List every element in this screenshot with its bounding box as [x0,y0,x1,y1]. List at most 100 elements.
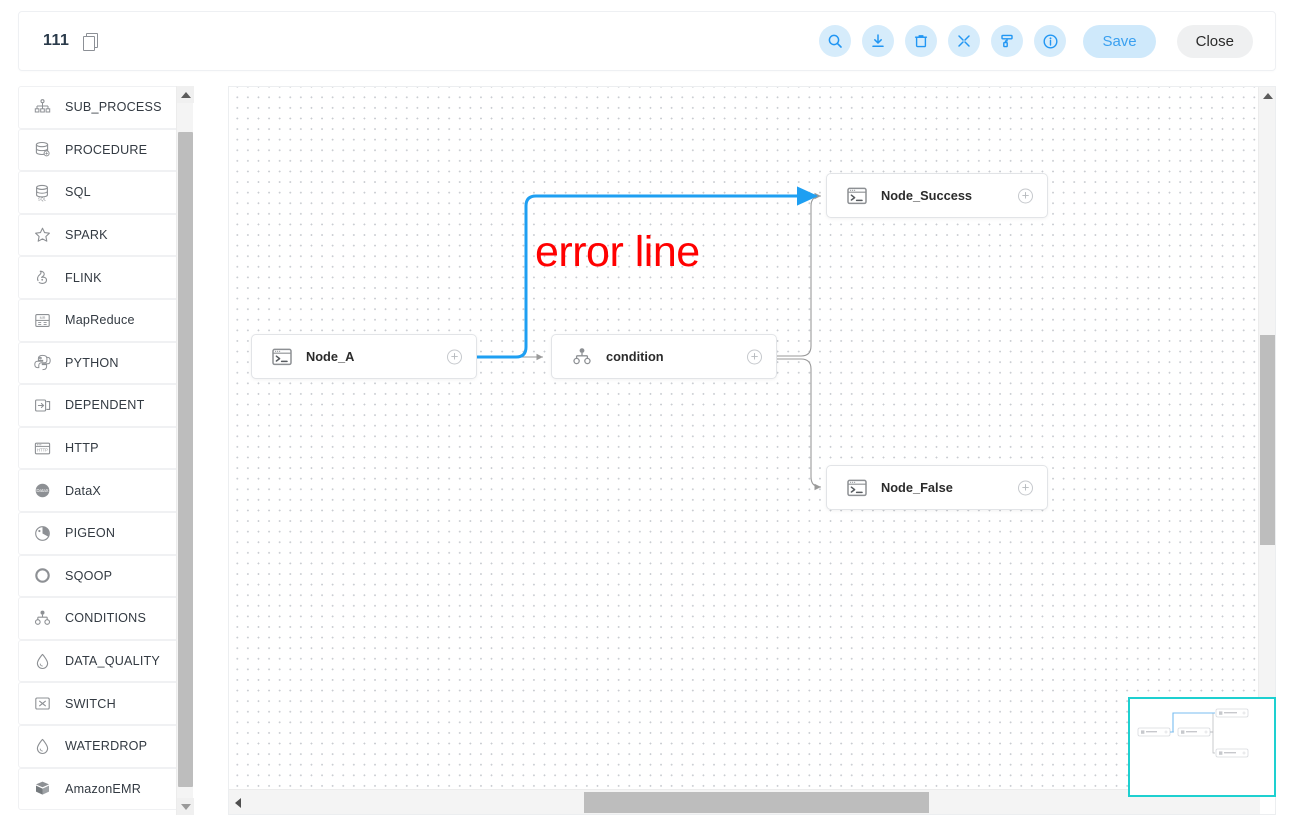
sidebar-item-pigeon[interactable]: PIGEON [18,511,193,555]
sidebar-item-label: DataX [65,483,102,498]
sidebar-item-label: DEPENDENT [65,398,145,413]
node-add-handle[interactable]: + [747,349,762,364]
shell-icon [847,187,867,204]
shell-icon [272,348,292,365]
edge-condition-to-node-success[interactable] [777,192,822,357]
canvas-horizontal-scrollbar-thumb[interactable] [584,792,929,813]
dag-node-node-false[interactable]: Node_False + [826,465,1048,510]
switch-icon [33,694,52,713]
close-button[interactable]: Close [1176,24,1253,58]
chevron-left-icon [234,797,241,808]
delete-button[interactable] [905,25,938,57]
search-button[interactable] [819,25,852,57]
node-add-handle[interactable]: + [447,349,462,364]
fullscreen-button[interactable] [948,25,981,57]
shell-icon [271,346,293,368]
canvas-vertical-scrollbar-thumb[interactable] [1260,335,1275,545]
search-icon [829,34,843,48]
sidebar-item-sqoop[interactable]: SQOOP [18,554,193,598]
sidebar-scroll-down-button[interactable] [177,798,194,815]
sidebar-item-label: SWITCH [65,696,116,711]
flink-icon [33,268,52,287]
dag-canvas-frame: error line Node_A + condition + Node_Success… [228,86,1276,815]
dag-canvas[interactable]: error line Node_A + condition + Node_Success… [229,87,1275,789]
canvas-scroll-up-button[interactable] [1259,87,1275,104]
copy-icon[interactable] [83,32,99,51]
dag-node-label: Node_A [306,349,355,364]
sidebar-scrollbar[interactable] [176,86,194,815]
sqoop-icon [33,566,52,585]
sidebar-item-sub-process[interactable]: SUB_PROCESS [18,86,193,129]
dependent-icon [33,396,52,415]
shell-icon [847,479,867,496]
sidebar-item-amazonemr[interactable]: AmazonEMR [18,767,193,811]
minimap[interactable] [1128,697,1276,797]
svg-text:DataX: DataX [36,488,48,493]
info-button[interactable] [1034,25,1067,57]
sidebar-item-switch[interactable]: SWITCH [18,682,193,725]
dag-node-node-success[interactable]: Node_Success + [826,173,1048,218]
dag-node-label: Node_False [881,480,953,495]
mapreduce-icon: MR [33,311,52,330]
download-icon [872,34,885,47]
datax-icon: DataX [33,481,52,500]
info-icon [1043,33,1058,49]
title-group: 111 [43,32,99,51]
sidebar-item-waterdrop[interactable]: WATERDROP [18,724,193,768]
svg-text:MR: MR [40,316,46,320]
edge-condition-to-node-false[interactable] [777,358,822,491]
sidebar-item-label: SQOOP [65,568,113,583]
spark-icon [33,226,52,245]
sidebar-item-conditions[interactable]: CONDITIONS [18,597,193,640]
sidebar-item-label: PYTHON [65,355,119,370]
node-add-handle[interactable]: + [1018,480,1033,495]
expand-icon [958,35,971,47]
dag-node-condition[interactable]: condition + [551,334,777,379]
plus-icon: + [750,348,759,363]
canvas-vertical-scrollbar[interactable] [1258,87,1275,789]
sidebar-item-data-quality[interactable]: DATA_QUALITY [18,639,193,683]
sidebar-item-spark[interactable]: SPARK [18,213,193,257]
shell-icon [846,477,868,499]
node-add-handle[interactable]: + [1018,188,1033,203]
sidebar-item-datax[interactable]: DataX DataX [18,469,193,512]
sidebar-item-label: SQL [65,185,91,200]
sidebar-item-http[interactable]: HTTP HTTP [18,426,193,470]
sidebar-item-python[interactable]: PYTHON [18,341,193,385]
dag-node-label: Node_Success [881,188,973,203]
dag-node-node-a[interactable]: Node_A + [251,334,477,379]
plus-icon: + [1021,479,1030,494]
plus-icon: + [450,348,459,363]
sidebar-item-label: CONDITIONS [65,611,147,626]
conditions-icon [571,346,593,368]
canvas-horizontal-scrollbar[interactable] [229,789,1260,814]
sidebar-item-sql[interactable]: SQL SQL [18,171,193,214]
sidebar-scrollbar-thumb[interactable] [178,132,193,787]
sidebar-item-dependent[interactable]: DEPENDENT [18,384,193,427]
sidebar-item-procedure[interactable]: PROCEDURE [18,128,193,172]
download-button[interactable] [862,25,895,57]
data-quality-icon [33,652,52,671]
conditions-icon [573,347,591,364]
sidebar-scroll-up-button[interactable] [177,86,194,103]
http-icon: HTTP [33,439,52,458]
minimap-graph [1137,708,1249,758]
sidebar-item-label: PIGEON [65,526,116,541]
sidebar-item-label: HTTP [65,441,99,456]
save-button[interactable]: Save [1083,24,1156,58]
error-line-annotation: error line [535,228,700,276]
sidebar-item-label: SUB_PROCESS [65,100,162,115]
sidebar-item-label: MapReduce [65,313,135,328]
sidebar-item-mapreduce[interactable]: MR MapReduce [18,298,193,342]
canvas-scroll-left-button[interactable] [229,790,246,814]
dag-node-label: condition [606,349,664,364]
format-icon [1001,34,1014,48]
trash-icon [915,35,928,48]
format-button[interactable] [991,25,1024,57]
dag-edges [475,186,822,491]
sidebar-item-flink[interactable]: FLINK [18,256,193,299]
sidebar-item-label: DATA_QUALITY [65,654,161,669]
chevron-up-icon [180,91,191,98]
sidebar-item-label: SPARK [65,228,108,243]
header-toolbar: Save Close [819,24,1253,58]
